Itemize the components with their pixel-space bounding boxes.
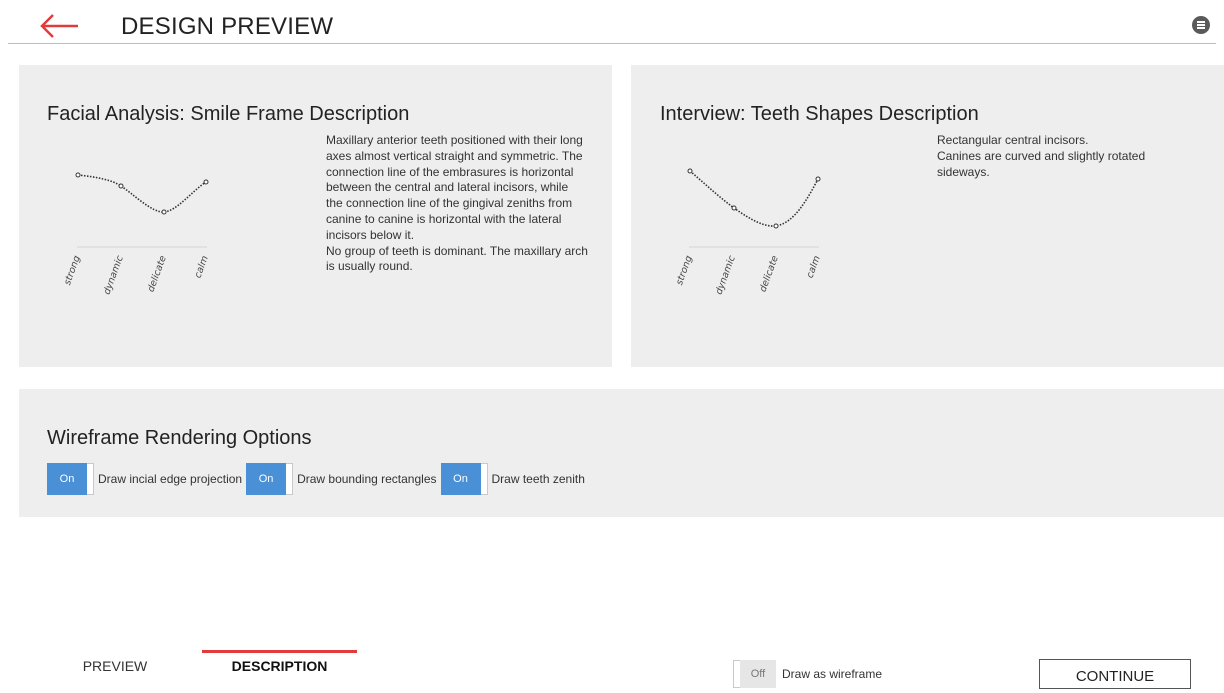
toggle-state: Off <box>740 660 776 688</box>
menu-icon <box>1197 21 1205 23</box>
wireframe-options-panel: Wireframe Rendering Options On Draw inci… <box>19 389 1224 517</box>
chart-tick-label: delicate <box>146 254 169 293</box>
tab-preview-label: PREVIEW <box>82 658 148 674</box>
tab-preview[interactable]: PREVIEW <box>60 650 170 688</box>
description-paragraph: No group of teeth is dominant. The maxil… <box>326 243 588 274</box>
chart-tick-label: dynamic <box>102 254 126 297</box>
chart-point <box>118 183 124 189</box>
bounding-rectangles-toggle[interactable]: On <box>246 463 294 495</box>
smile-frame-chart: strong dynamic delicate calm <box>62 172 211 297</box>
chart-tick-label: dynamic <box>714 254 738 297</box>
chart-point <box>687 168 693 174</box>
wireframe-options-title: Wireframe Rendering Options <box>47 427 312 449</box>
toggle-knob <box>286 463 294 495</box>
chart-point <box>731 205 737 211</box>
teeth-zenith-toggle[interactable]: On <box>440 463 488 495</box>
interview-description: Rectangular central incisors. Canines ar… <box>937 133 1162 180</box>
chart-point <box>203 179 209 185</box>
teeth-shapes-curve <box>689 170 819 227</box>
chart-tick-label: strong <box>62 254 83 286</box>
description-paragraph: Rectangular central incisors. <box>937 133 1089 147</box>
description-paragraph: Canines are curved and slightly rotated … <box>937 148 1146 179</box>
interview-panel: Interview: Teeth Shapes Description stro… <box>631 65 1224 367</box>
bounding-rectangles-label: Draw bounding rectangles <box>297 472 437 486</box>
page-title: DESIGN PREVIEW <box>121 13 334 40</box>
draw-as-wireframe-toggle[interactable]: Off Draw as wireframe <box>733 660 882 688</box>
tab-description[interactable]: DESCRIPTION <box>202 650 357 691</box>
toggle-knob <box>733 660 740 688</box>
chart-tick-label: calm <box>805 254 823 279</box>
chart-point <box>161 209 167 215</box>
facial-analysis-title: Facial Analysis: Smile Frame Description <box>47 103 410 125</box>
back-arrow-icon <box>40 14 78 38</box>
description-paragraph: Maxillary anterior teeth positioned with… <box>326 133 583 242</box>
wireframe-switch[interactable]: Off <box>733 660 776 688</box>
chart-tick-label: delicate <box>758 254 781 293</box>
chart-point <box>75 172 81 178</box>
draw-as-wireframe-label: Draw as wireframe <box>782 667 883 681</box>
tab-description-label: DESCRIPTION <box>231 658 328 674</box>
teeth-shapes-chart: strong dynamic delicate calm <box>674 168 823 297</box>
smile-frame-curve <box>77 174 207 213</box>
chart-point <box>815 176 821 182</box>
toggle-state: On <box>246 463 287 495</box>
continue-button[interactable]: CONTINUE <box>1039 659 1191 689</box>
header-bar: DESIGN PREVIEW <box>0 0 1224 44</box>
chart-tick-label: strong <box>674 254 695 286</box>
menu-button[interactable] <box>1192 16 1210 34</box>
menu-icon-bar <box>1197 27 1205 29</box>
toggle-state: On <box>440 463 481 495</box>
facial-analysis-description: Maxillary anterior teeth positioned with… <box>326 133 588 275</box>
menu-icon-bar <box>1197 24 1205 26</box>
interview-title: Interview: Teeth Shapes Description <box>660 103 979 125</box>
chart-point <box>773 223 779 229</box>
incisal-edge-toggle[interactable]: On <box>47 463 94 495</box>
toggle-knob <box>480 463 488 495</box>
back-button[interactable] <box>38 8 82 38</box>
toggle-state: On <box>47 463 87 495</box>
wireframe-options-row: On Draw incial edge projection On Draw b… <box>47 463 589 495</box>
incisal-edge-label: Draw incial edge projection <box>98 472 243 486</box>
teeth-zenith-label: Draw teeth zenith <box>491 472 585 486</box>
toggle-knob <box>87 463 94 495</box>
facial-analysis-panel: Facial Analysis: Smile Frame Description… <box>19 65 612 367</box>
chart-tick-label: calm <box>193 254 211 279</box>
header-divider <box>8 43 1216 44</box>
